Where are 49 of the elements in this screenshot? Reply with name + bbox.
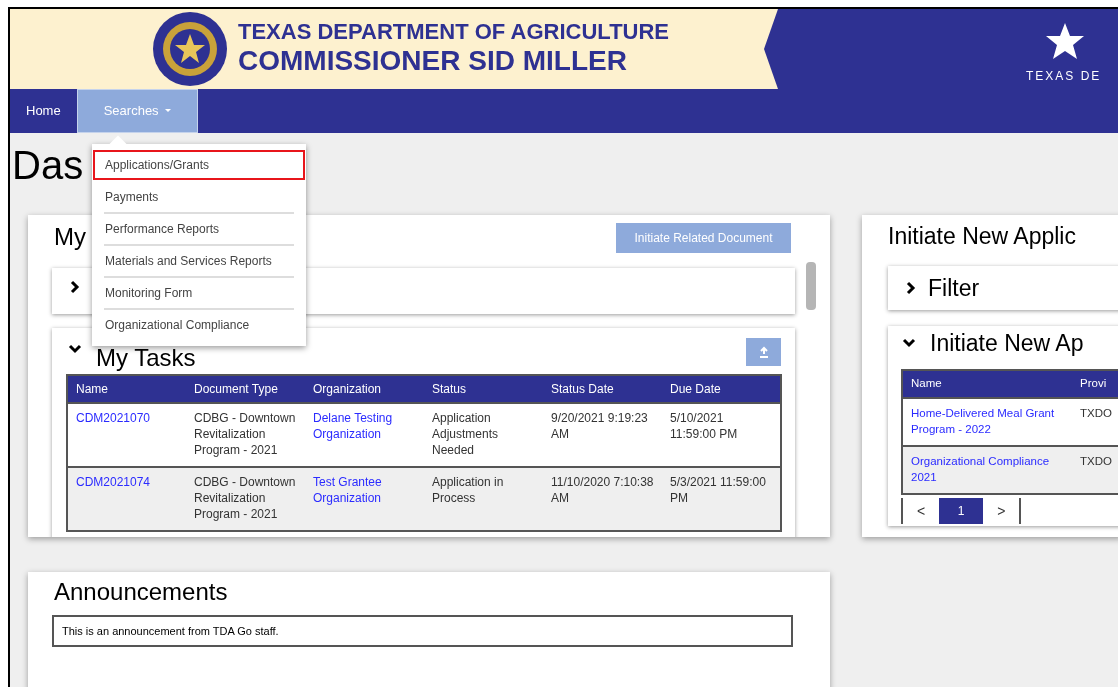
announcement-text: This is an announcement from TDA Go staff. <box>52 615 793 647</box>
menu-item[interactable]: Organizational Compliance <box>93 310 305 340</box>
column-header: Status Date <box>543 375 662 403</box>
table-cell: Application Adjustments Needed <box>424 403 543 467</box>
menu-item[interactable]: Payments <box>93 182 305 212</box>
column-header: Name <box>67 375 186 403</box>
table-cell: CDBG - Downtown Revitalization Program - 2021 <box>186 403 305 467</box>
table-link[interactable]: CDM2021074 <box>67 467 186 531</box>
next-page-button[interactable]: > <box>983 498 1022 524</box>
menu-item[interactable]: Performance Reports <box>93 214 305 244</box>
table-link[interactable]: Delane Testing Organization <box>305 403 424 467</box>
menu-item[interactable]: Materials and Services Reports <box>93 246 305 276</box>
column-header: Status <box>424 375 543 403</box>
column-header: Name <box>902 370 1072 398</box>
column-header: Due Date <box>662 375 781 403</box>
header-title: TEXAS DEPARTMENT OF AGRICULTURE <box>238 21 670 43</box>
table-cell: TXDO <box>1072 446 1118 494</box>
section-title: Initiate New Ap <box>930 332 1084 355</box>
page-button[interactable]: 1 <box>939 498 984 524</box>
nav-tab[interactable]: Home <box>10 89 77 133</box>
menu-item[interactable]: Applications/Grants <box>93 150 305 180</box>
export-button[interactable] <box>746 338 781 366</box>
table-link[interactable]: Test Grantee Organization <box>305 467 424 531</box>
table-cell: TXDO <box>1072 398 1118 446</box>
page-title: Das <box>12 145 84 185</box>
table-cell: 5/10/2021 11:59:00 PM <box>662 403 781 467</box>
star-icon <box>1046 23 1084 59</box>
column-header: Document Type <box>186 375 305 403</box>
table-cell: 5/3/2021 11:59:00 PM <box>662 467 781 531</box>
upload-icon <box>757 346 770 358</box>
table-cell: 9/20/2021 9:19:23 AM <box>543 403 662 467</box>
previous-page-button[interactable]: < <box>903 500 940 522</box>
column-header: Organization <box>305 375 424 403</box>
announcements-title: Announcements <box>54 580 228 604</box>
menu-item[interactable]: Monitoring Form <box>93 278 305 308</box>
header-subtitle: COMMISSIONER SID MILLER <box>238 47 628 75</box>
table-cell: CDBG - Downtown Revitalization Program - 2021 <box>186 467 305 531</box>
filter-section[interactable]: Filter <box>888 266 1118 310</box>
panel-title: Initiate New Applic <box>888 225 1076 248</box>
table-link[interactable]: Organizational Compliance 2021 <box>902 446 1072 494</box>
section-title: My Tasks <box>96 346 196 370</box>
column-header: Provi <box>1072 370 1118 398</box>
table-cell: 11/10/2020 7:10:38 AM <box>543 467 662 531</box>
table-link[interactable]: Home-Delivered Meal Grant Program - 2022 <box>902 398 1072 446</box>
header-text: TEXAS DE <box>1026 68 1102 85</box>
table-link[interactable]: CDM2021070 <box>67 403 186 467</box>
scrollbar[interactable] <box>806 262 816 310</box>
panel-title: My <box>54 225 86 249</box>
table-cell: Application in Process <box>424 467 543 531</box>
